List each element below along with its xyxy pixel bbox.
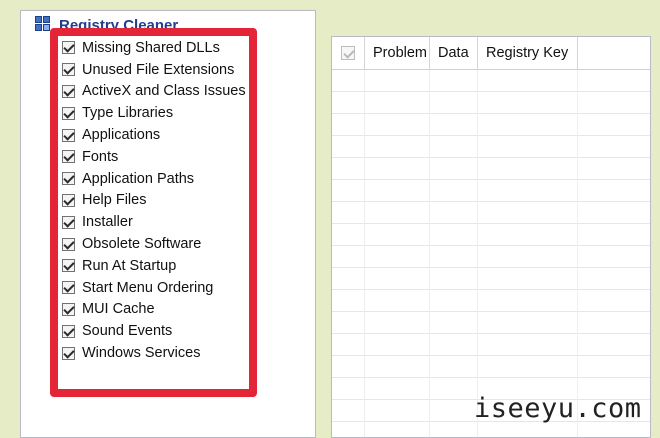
category-label: Installer	[82, 214, 133, 231]
category-checkbox[interactable]	[62, 150, 75, 164]
category-label: Unused File Extensions	[82, 61, 235, 78]
registry-category-list: Missing Shared DLLs Unused File Extension…	[62, 37, 246, 364]
category-label: Sound Events	[82, 323, 173, 340]
category-item[interactable]: Fonts	[62, 146, 246, 168]
category-checkbox[interactable]	[62, 106, 75, 120]
select-all-header-cell	[332, 37, 365, 69]
category-checkbox[interactable]	[62, 128, 75, 142]
category-checkbox[interactable]	[62, 84, 75, 98]
table-header: Problem Data Registry Key	[332, 37, 650, 70]
category-item[interactable]: Obsolete Software	[62, 233, 246, 255]
category-label: Windows Services	[82, 345, 201, 362]
category-checkbox[interactable]	[62, 346, 75, 360]
panel-title-text: Registry Cleaner	[59, 16, 179, 34]
column-header-registry-key[interactable]: Registry Key	[478, 37, 578, 69]
category-label: Start Menu Ordering	[82, 279, 214, 296]
category-item[interactable]: Installer	[62, 211, 246, 233]
category-item[interactable]: Type Libraries	[62, 102, 246, 124]
category-item[interactable]: Start Menu Ordering	[62, 277, 246, 299]
category-label: Applications	[82, 127, 161, 144]
category-item[interactable]: Missing Shared DLLs	[62, 37, 246, 59]
column-header-problem[interactable]: Problem	[365, 37, 430, 69]
category-item[interactable]: Applications	[62, 124, 246, 146]
grid-column-line	[364, 70, 365, 437]
category-checkbox[interactable]	[62, 324, 75, 338]
grid-column-line	[429, 70, 430, 437]
category-label: Type Libraries	[82, 105, 174, 122]
panel-title: Registry Cleaner	[35, 15, 178, 35]
category-checkbox[interactable]	[62, 302, 75, 316]
category-item[interactable]: Unused File Extensions	[62, 59, 246, 81]
category-checkbox[interactable]	[62, 172, 75, 186]
results-table: Problem Data Registry Key	[331, 36, 651, 438]
category-checkbox[interactable]	[62, 41, 75, 55]
category-checkbox[interactable]	[62, 215, 75, 229]
column-header-data[interactable]: Data	[430, 37, 478, 69]
select-all-checkbox[interactable]	[341, 46, 355, 60]
category-label: Application Paths	[82, 170, 195, 187]
category-item[interactable]: MUI Cache	[62, 299, 246, 321]
category-checkbox[interactable]	[62, 259, 75, 273]
results-grid	[332, 70, 650, 437]
category-label: Run At Startup	[82, 257, 177, 274]
category-item[interactable]: Sound Events	[62, 320, 246, 342]
category-checkbox[interactable]	[62, 63, 75, 77]
category-item[interactable]: Run At Startup	[62, 255, 246, 277]
grid-column-line	[577, 70, 578, 437]
category-checkbox[interactable]	[62, 193, 75, 207]
category-label: ActiveX and Class Issues	[82, 83, 246, 100]
grid-column-line	[477, 70, 478, 437]
category-item[interactable]: Windows Services	[62, 342, 246, 364]
watermark-text: iseeyu.com	[474, 393, 642, 424]
category-label: MUI Cache	[82, 301, 155, 318]
registry-icon	[35, 16, 53, 34]
category-checkbox[interactable]	[62, 237, 75, 251]
category-label: Missing Shared DLLs	[82, 39, 220, 56]
category-item[interactable]: ActiveX and Class Issues	[62, 81, 246, 103]
category-label: Fonts	[82, 148, 119, 165]
category-item[interactable]: Help Files	[62, 190, 246, 212]
category-item[interactable]: Application Paths	[62, 168, 246, 190]
category-label: Help Files	[82, 192, 147, 209]
category-label: Obsolete Software	[82, 236, 202, 253]
category-checkbox[interactable]	[62, 281, 75, 295]
